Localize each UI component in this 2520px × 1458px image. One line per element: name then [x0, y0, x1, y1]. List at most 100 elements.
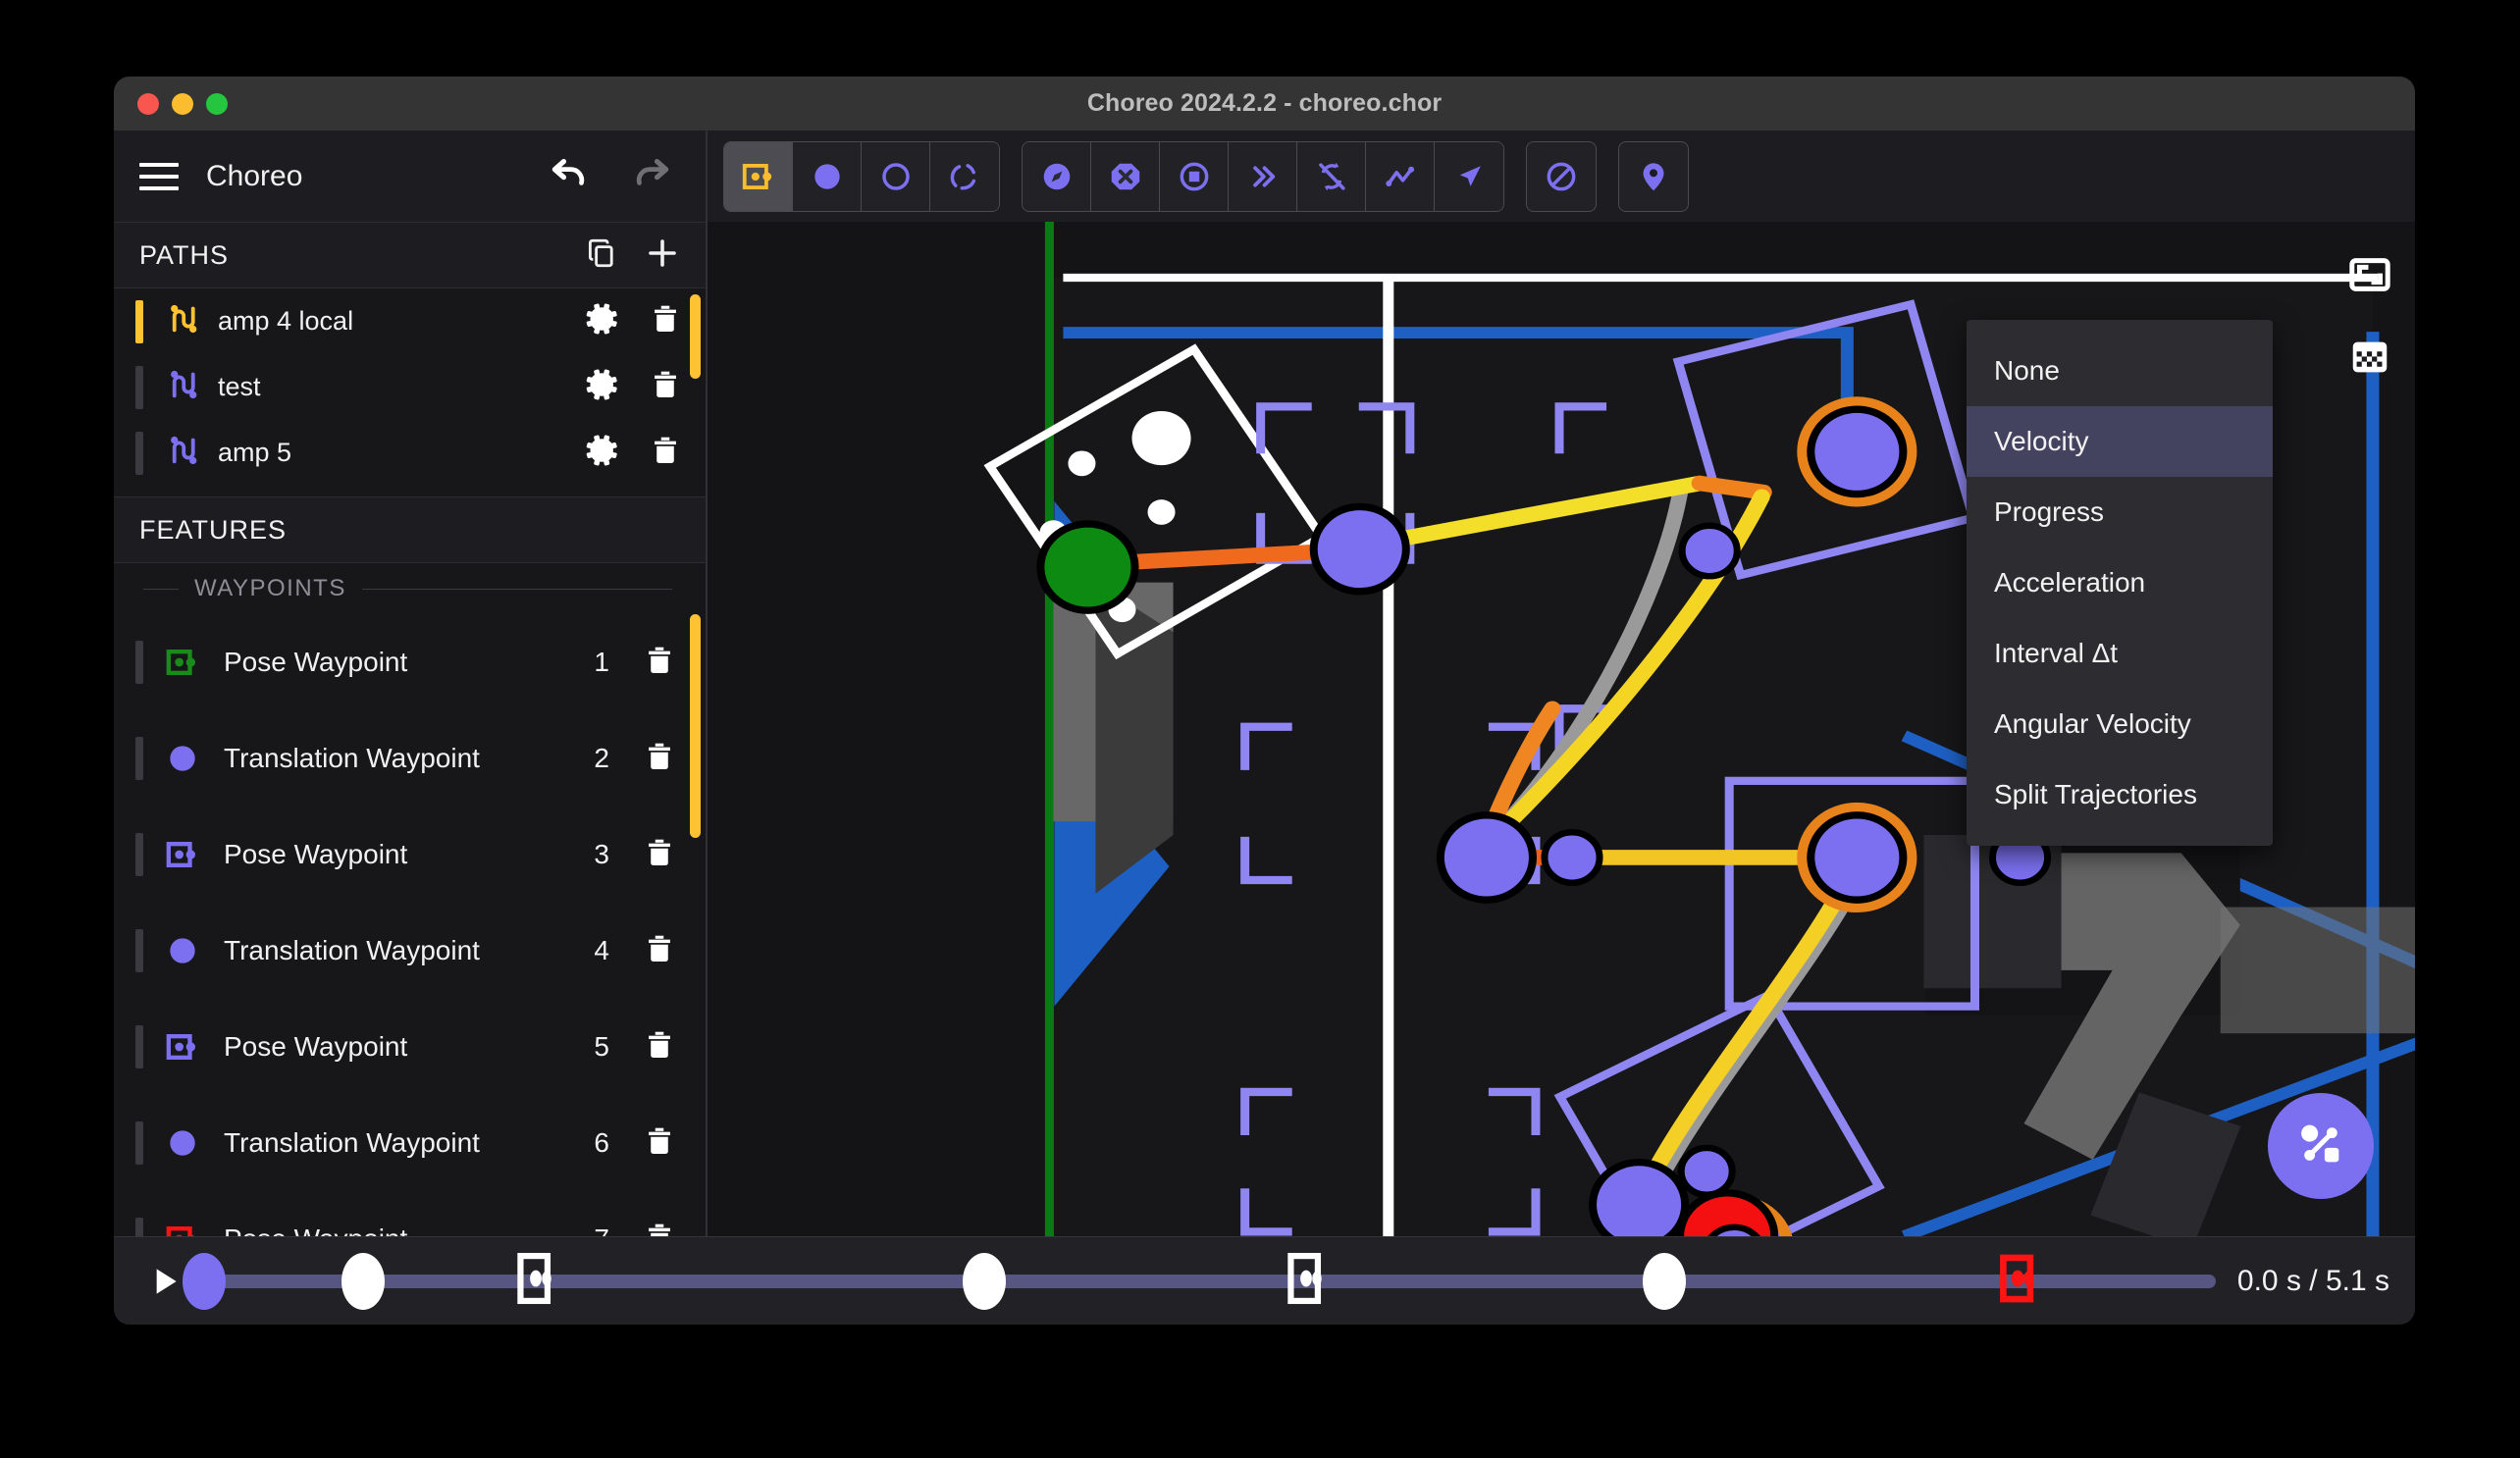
waypoint-row[interactable]: Pose Waypoint 1 [114, 614, 706, 710]
copy-icon[interactable] [586, 236, 619, 275]
left-sidebar: PATHS amp 4 local test amp 5 FEATURES WA… [114, 222, 708, 1236]
gear-icon[interactable] [586, 367, 621, 407]
waypoint-row[interactable]: Pose Waypoint 5 [114, 999, 706, 1095]
marker-3[interactable] [514, 1250, 557, 1312]
path-squiggle-icon [163, 300, 200, 342]
timeline-track-line [204, 1274, 2216, 1288]
waypoint-index: 6 [594, 1127, 609, 1158]
paths-list[interactable]: amp 4 local test amp 5 [114, 288, 706, 496]
waypoint-row[interactable]: Pose Waypoint 3 [114, 807, 706, 903]
marker-6[interactable] [1643, 1252, 1687, 1310]
time-display: 0.0 s / 5.1 s [2236, 1264, 2389, 1297]
paths-scrollbar[interactable] [690, 294, 701, 379]
obstacle-tool[interactable] [1526, 140, 1597, 212]
waypoints-group-header: WAYPOINTS [114, 563, 706, 614]
menu-item-interval-dt[interactable]: Interval Δt [1967, 618, 2273, 689]
waypoint-row[interactable]: Translation Waypoint 6 [114, 1095, 706, 1191]
trash-icon[interactable] [649, 302, 682, 340]
waypoint-index: 1 [594, 647, 609, 677]
menu-item-progress[interactable]: Progress [1967, 477, 2273, 547]
path-row[interactable]: amp 4 local [114, 288, 706, 354]
canvas-float-controls [2342, 247, 2397, 385]
waypoint-selection-indicator [135, 1025, 143, 1068]
fit-to-screen-icon[interactable] [2342, 247, 2397, 302]
empty-waypoint-tool[interactable] [862, 141, 930, 211]
zero-angular-velocity-tool[interactable] [1366, 141, 1435, 211]
undo-icon[interactable] [547, 154, 592, 199]
waypoint-index: 5 [594, 1031, 609, 1062]
trash-icon[interactable] [643, 1028, 676, 1067]
features-scrollbar[interactable] [690, 614, 701, 838]
app-bar: Choreo [114, 130, 708, 222]
menu-item-velocity[interactable]: Velocity [1967, 406, 2273, 477]
trash-icon[interactable] [649, 368, 682, 406]
max-velocity-tool[interactable] [1229, 141, 1297, 211]
waypoint-label: Pose Waypoint [224, 839, 408, 869]
path-row[interactable]: test [114, 354, 706, 420]
features-list[interactable]: WAYPOINTS Pose Waypoint 1 Translation Wa… [114, 563, 706, 1236]
trash-icon[interactable] [643, 644, 676, 682]
point-at-tool[interactable] [1618, 140, 1689, 212]
guess-waypoint-tool[interactable] [930, 141, 999, 211]
trash-icon[interactable] [649, 434, 682, 472]
trash-icon[interactable] [643, 932, 676, 970]
path-selection-indicator [135, 299, 143, 343]
features-section-header: FEATURES [114, 496, 706, 563]
trash-icon[interactable] [643, 740, 676, 778]
waypoint-row[interactable]: Translation Waypoint 2 [114, 710, 706, 807]
marker-2[interactable] [341, 1252, 385, 1310]
path-row[interactable]: amp 5 [114, 420, 706, 486]
waypoint-index: 7 [594, 1224, 609, 1236]
paths-title: PATHS [139, 239, 230, 270]
waypoint-row[interactable]: Translation Waypoint 4 [114, 903, 706, 999]
play-icon[interactable] [141, 1258, 188, 1305]
marker-4[interactable] [963, 1252, 1007, 1310]
path-name: amp 5 [218, 438, 292, 467]
translation-waypoint-tool[interactable] [793, 141, 862, 211]
gear-icon[interactable] [586, 433, 621, 473]
stop-circle-tool[interactable] [1160, 141, 1229, 211]
marker-start[interactable] [183, 1252, 226, 1310]
waypoint-label: Translation Waypoint [224, 935, 480, 965]
waypoint-selection-indicator [135, 1218, 143, 1236]
stop-point-tool[interactable] [1091, 141, 1160, 211]
hamburger-menu-icon[interactable] [139, 162, 179, 190]
generate-path-icon [2290, 1114, 2351, 1179]
waypoint-selection-indicator [135, 641, 143, 684]
field-canvas[interactable]: None Velocity Progress Acceleration Inte… [708, 222, 2415, 1236]
plus-icon[interactable] [645, 235, 680, 276]
gear-icon[interactable] [586, 301, 621, 341]
waypoint-selection-indicator [135, 929, 143, 972]
waypoint-label: Translation Waypoint [224, 743, 480, 773]
path-name: test [218, 372, 261, 401]
path-row[interactable]: source 4 [114, 486, 706, 496]
navigate-tool[interactable] [1023, 141, 1091, 211]
waypoint-index: 4 [594, 935, 609, 965]
view-mode-dropdown[interactable]: None Velocity Progress Acceleration Inte… [1967, 320, 2273, 846]
trash-icon[interactable] [643, 1221, 676, 1236]
pose-waypoint-tool[interactable] [724, 141, 793, 211]
path-selection-indicator [135, 431, 143, 475]
marker-5[interactable] [1285, 1250, 1328, 1312]
generate-path-button[interactable] [2268, 1093, 2374, 1199]
waypoint-row[interactable]: Pose Waypoint 7 [114, 1191, 706, 1236]
trash-icon[interactable] [643, 1124, 676, 1163]
menu-item-none[interactable]: None [1967, 336, 2273, 406]
waypoint-label: Pose Waypoint [224, 1224, 594, 1236]
features-title: FEATURES [139, 514, 288, 545]
marker-end[interactable] [1997, 1250, 2040, 1312]
straight-line-tool[interactable] [1435, 141, 1503, 211]
timeline-track[interactable] [183, 1250, 2216, 1312]
redo-icon[interactable] [629, 154, 674, 199]
divider-right [361, 588, 672, 590]
checkerboard-icon[interactable] [2342, 330, 2397, 385]
menu-item-acceleration[interactable]: Acceleration [1967, 547, 2273, 618]
path-squiggle-icon [163, 432, 200, 474]
trash-icon[interactable] [643, 836, 676, 874]
no-flip-tool[interactable] [1297, 141, 1366, 211]
menu-item-angular-velocity[interactable]: Angular Velocity [1967, 689, 2273, 759]
menu-item-split-trajectories[interactable]: Split Trajectories [1967, 759, 2273, 830]
waypoint-selection-indicator [135, 1121, 143, 1165]
translation-waypoint-icon [163, 1123, 202, 1163]
pose-waypoint-icon [163, 1220, 202, 1236]
